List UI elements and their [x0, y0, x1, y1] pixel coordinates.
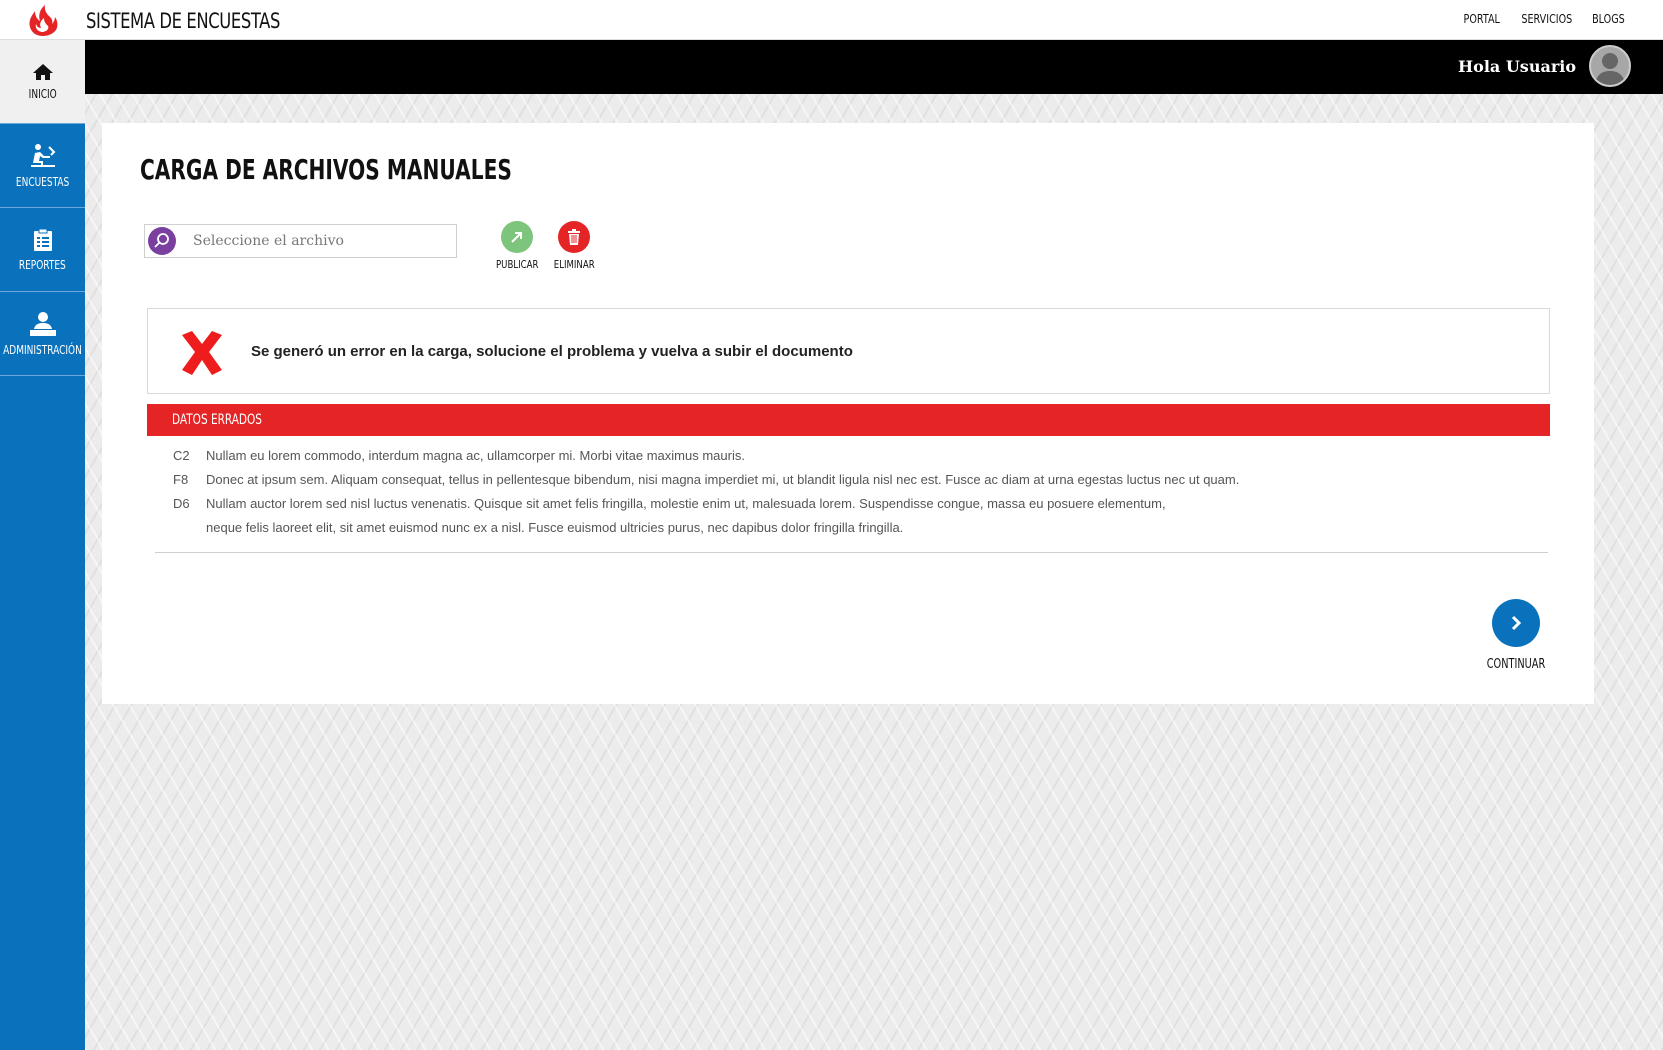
- chevron-right-icon: [1491, 599, 1540, 647]
- top-link-portal[interactable]: PORTAL: [1464, 12, 1500, 26]
- file-input[interactable]: [193, 227, 456, 255]
- publish-label: PUBLICAR: [495, 258, 539, 271]
- delete-label: ELIMINAR: [553, 258, 595, 271]
- sidebar-item-inicio[interactable]: INICIO: [0, 40, 85, 124]
- continue-label: CONTINUAR: [1486, 657, 1546, 672]
- list-item: C2 Nullam eu lorem commodo, interdum mag…: [173, 444, 1493, 468]
- top-links: PORTAL SERVICIOS BLOGS: [1459, 12, 1629, 26]
- continue-button[interactable]: CONTINUAR: [1477, 599, 1555, 672]
- sidebar-item-administracion[interactable]: ADMINISTRACIÓN: [0, 292, 85, 376]
- upc-flame-logo-icon[interactable]: [26, 3, 60, 37]
- publish-icon: [501, 221, 534, 253]
- divider: [155, 552, 1548, 553]
- top-bar: SISTEMA DE ENCUESTAS PORTAL SERVICIOS BL…: [0, 0, 1663, 40]
- sidebar: INICIO ENCUESTAS REPORTES ADMINISTRACIÓN: [0, 40, 85, 1050]
- page-title: CARGA DE ARCHIVOS MANUALES: [140, 153, 512, 186]
- error-message: Se generó un error en la carga, solucion…: [251, 343, 853, 360]
- file-selector[interactable]: [144, 224, 457, 258]
- sidebar-item-reportes[interactable]: REPORTES: [0, 208, 85, 292]
- top-link-blogs[interactable]: BLOGS: [1592, 12, 1625, 26]
- search-icon[interactable]: [148, 227, 176, 255]
- error-code: F8: [173, 472, 189, 487]
- delete-button[interactable]: ELIMINAR: [548, 221, 600, 271]
- app-title: SISTEMA DE ENCUESTAS: [86, 9, 281, 33]
- publish-button[interactable]: PUBLICAR: [490, 221, 544, 271]
- errors-table-header: DATOS ERRADOS: [147, 404, 1550, 436]
- error-code: C2: [173, 448, 190, 463]
- error-alert: Se generó un error en la carga, solucion…: [147, 308, 1550, 394]
- sidebar-item-label: INICIO: [28, 86, 57, 101]
- main-card: CARGA DE ARCHIVOS MANUALES PUBLICAR: [102, 123, 1594, 704]
- list-item: D6 Nullam auctor lorem sed nisl luctus v…: [173, 492, 1493, 540]
- trash-icon: [558, 221, 591, 253]
- error-text: Nullam eu lorem commodo, interdum magna …: [206, 448, 745, 463]
- sidebar-item-label: ADMINISTRACIÓN: [3, 342, 82, 357]
- errors-list: C2 Nullam eu lorem commodo, interdum mag…: [173, 444, 1493, 540]
- user-greeting: Hola Usuario: [1458, 57, 1576, 76]
- home-icon: [32, 63, 53, 80]
- clipboard-icon: [33, 228, 52, 251]
- survey-icon: [30, 143, 55, 167]
- sidebar-item-label: ENCUESTAS: [15, 174, 70, 189]
- sidebar-item-encuestas[interactable]: ENCUESTAS: [0, 124, 85, 208]
- errors-table-title: DATOS ERRADOS: [172, 412, 262, 428]
- sidebar-item-label: REPORTES: [19, 257, 66, 272]
- error-text: Nullam auctor lorem sed nisl luctus vene…: [206, 496, 1166, 535]
- admin-icon: [29, 311, 56, 336]
- user-avatar-icon[interactable]: [1589, 45, 1631, 87]
- user-header: Hola Usuario: [85, 40, 1663, 94]
- error-text: Donec at ipsum sem. Aliquam consequat, t…: [206, 472, 1240, 487]
- error-code: D6: [173, 496, 190, 511]
- top-link-servicios[interactable]: SERVICIOS: [1521, 12, 1572, 26]
- red-x-icon: [182, 331, 222, 375]
- list-item: F8 Donec at ipsum sem. Aliquam consequat…: [173, 468, 1493, 492]
